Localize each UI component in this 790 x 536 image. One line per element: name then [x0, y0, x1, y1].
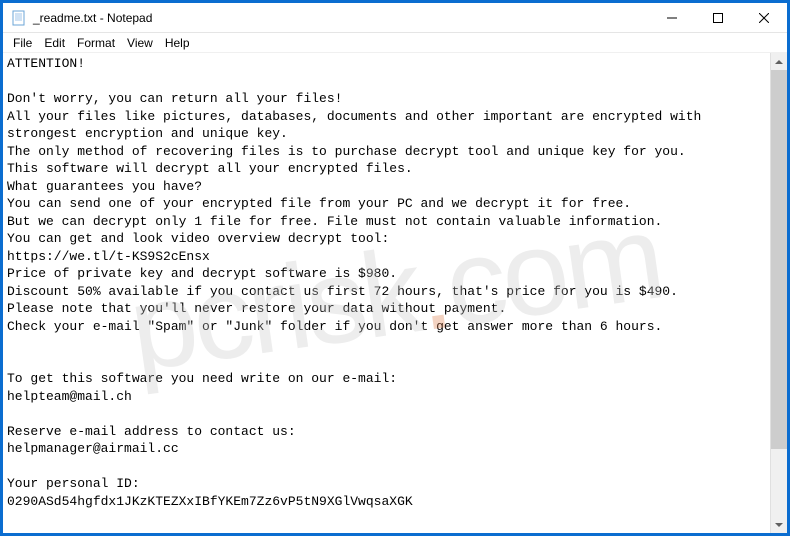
window-title: _readme.txt - Notepad — [33, 11, 649, 25]
maximize-button[interactable] — [695, 3, 741, 32]
vertical-scrollbar[interactable] — [770, 53, 787, 533]
close-icon — [759, 13, 769, 23]
scroll-track[interactable] — [771, 70, 787, 516]
scroll-thumb[interactable] — [771, 70, 787, 449]
content-area: ATTENTION! Don't worry, you can return a… — [3, 53, 787, 533]
menu-help[interactable]: Help — [159, 34, 196, 52]
minimize-icon — [667, 13, 677, 23]
minimize-button[interactable] — [649, 3, 695, 32]
menu-view[interactable]: View — [121, 34, 159, 52]
titlebar: _readme.txt - Notepad — [3, 3, 787, 33]
notepad-icon — [11, 10, 27, 26]
menubar: File Edit Format View Help — [3, 33, 787, 53]
text-editor[interactable]: ATTENTION! Don't worry, you can return a… — [3, 53, 770, 533]
menu-file[interactable]: File — [7, 34, 38, 52]
window-controls — [649, 3, 787, 32]
menu-format[interactable]: Format — [71, 34, 121, 52]
menu-edit[interactable]: Edit — [38, 34, 71, 52]
notepad-window: _readme.txt - Notepad File Edit — [0, 0, 790, 536]
maximize-icon — [713, 13, 723, 23]
scroll-down-button[interactable] — [771, 516, 787, 533]
scroll-up-button[interactable] — [771, 53, 787, 70]
chevron-up-icon — [775, 60, 783, 64]
chevron-down-icon — [775, 523, 783, 527]
close-button[interactable] — [741, 3, 787, 32]
